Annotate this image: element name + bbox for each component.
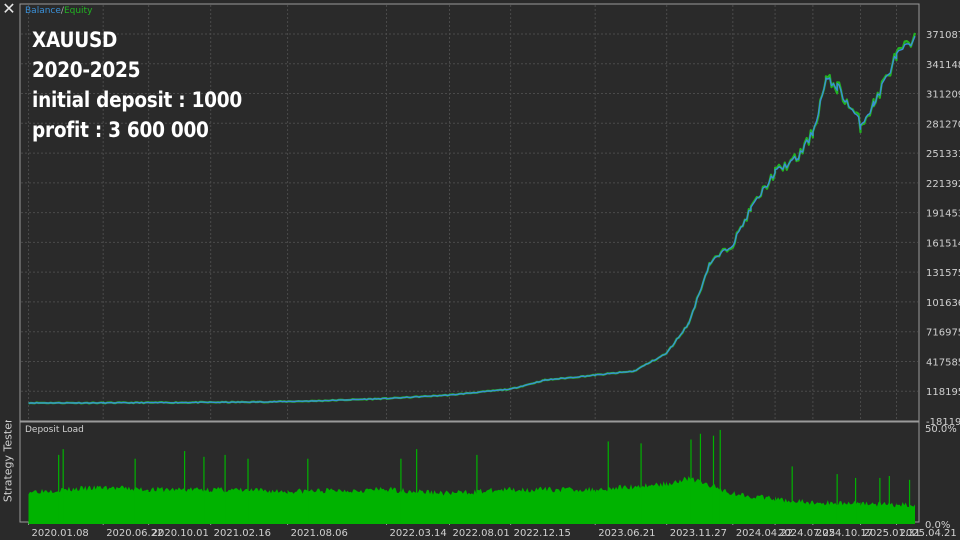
legend-equity: Equity [63,6,93,16]
x-tick-label: 2021.08.06 [291,528,348,539]
overlay-period: 2020-2025 [32,58,141,82]
x-tick-label: 2021.02.16 [214,528,271,539]
y-tick-label: 3112097 [926,90,960,101]
deposit-y-tick-label: 50.0% [925,424,957,435]
y-tick-label: 1914536 [926,209,960,220]
tester-chart: 3710877 3411487 3112097 2812706 2513316 22139… [19,3,960,539]
y-tick-label: 417585 [926,357,960,368]
strategy-tester-tab-label: Strategy Tester [1,420,15,503]
x-tick-label: 2020.10.01 [152,528,209,539]
x-tick-label: 2022.12.15 [514,528,571,539]
close-icon[interactable]: ✕ [0,0,18,18]
y-tick-label: 2812706 [926,119,960,130]
x-tick-label: 2022.03.14 [390,528,447,539]
x-tick-label: 2023.06.21 [598,528,655,539]
y-tick-label: 2213926 [926,179,960,190]
deposit-y-tick-label: 0.0% [925,520,950,531]
y-tick-label: 716975 [926,328,960,339]
x-tick-label: 2022.08.01 [452,528,509,539]
y-tick-label: 118195 [926,387,960,398]
x-tick-label: 2023.11.27 [670,528,727,539]
y-tick-label: 3411487 [926,60,960,71]
overlay-deposit: initial deposit : 1000 [32,88,242,112]
y-tick-label: 1615146 [926,238,960,249]
x-tick-label: 2020.01.08 [32,528,89,539]
deposit-load-title: Deposit Load [25,425,84,435]
overlay-symbol: XAUUSD [32,28,118,52]
strategy-tester-tab[interactable]: Strategy Tester [0,420,16,540]
y-tick-label: 3710877 [926,30,960,41]
legend-balance: Balance [25,6,61,16]
overlay-profit: profit : 3 600 000 [32,118,209,142]
y-tick-label: 1016366 [926,298,960,309]
main-chart-legend: Balance/Equity [25,6,92,16]
y-tick-label: 2513316 [926,149,960,160]
y-tick-label: 1315756 [926,268,960,279]
